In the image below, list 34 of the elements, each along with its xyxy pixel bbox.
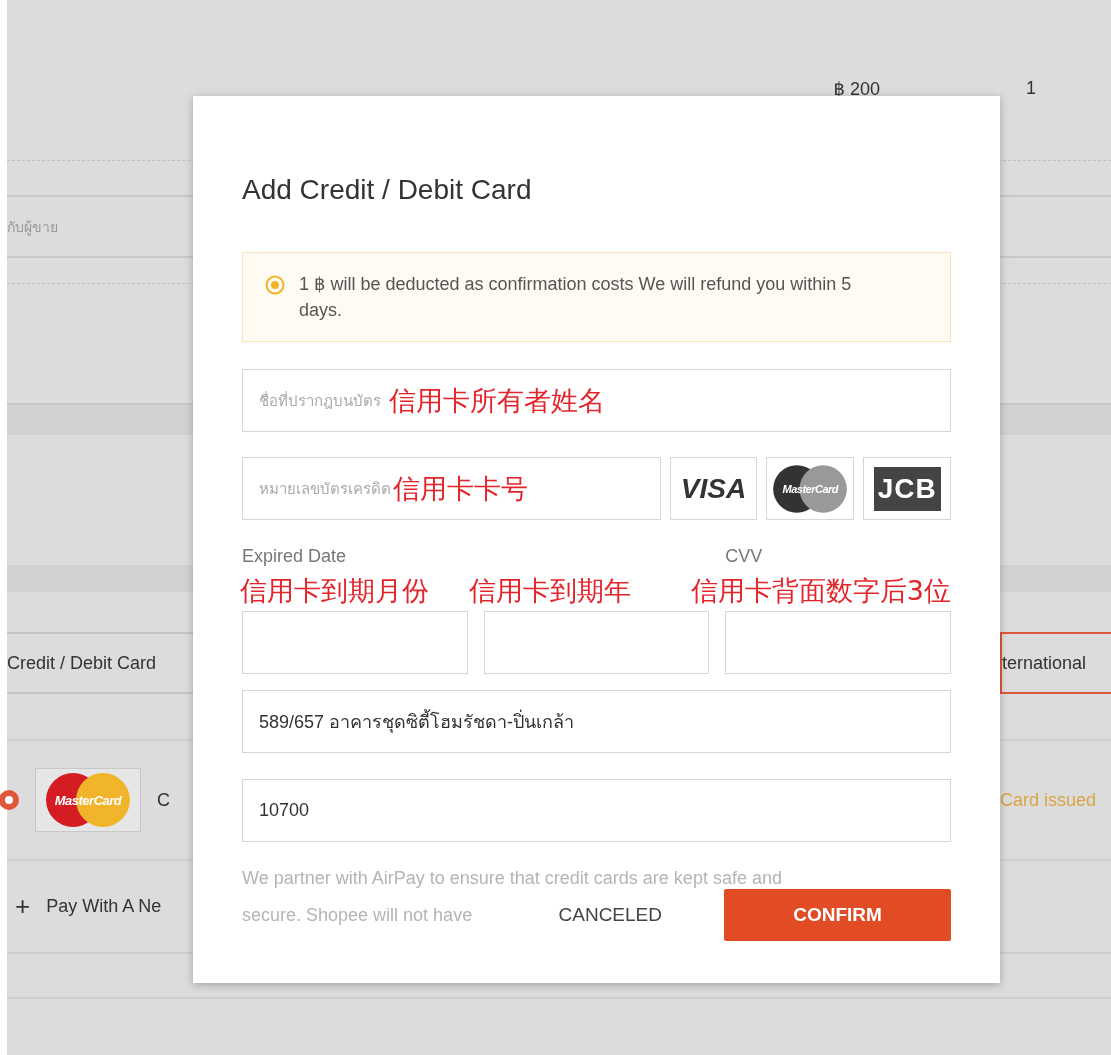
price-text: ฿ 200 xyxy=(833,78,880,100)
name-field[interactable]: ชื่อที่ปรากฎบนบัตร 信用卡所有者姓名 xyxy=(242,369,951,432)
partner-note-text: secure. Shopee will not have xyxy=(242,904,473,926)
quantity-text: 1 xyxy=(1026,78,1037,99)
card-note-text: Card issued xyxy=(1000,789,1098,811)
expiry-label: Expired Date xyxy=(242,546,348,567)
annotation-text: 信用卡到期月份 xyxy=(240,574,429,608)
jcb-logo: JCB xyxy=(873,466,941,511)
cvv-label: CVV xyxy=(725,546,764,567)
annotation-text: 信用卡背面数字后3位 xyxy=(690,574,951,608)
radio-button[interactable] xyxy=(0,790,19,810)
add-card-link[interactable]: Pay With A Ne xyxy=(46,896,162,917)
postal-code-field[interactable]: 10700 xyxy=(242,779,951,842)
confirm-button[interactable]: CONFIRM xyxy=(724,889,951,941)
dialog-title: Add Credit / Debit Card xyxy=(242,174,533,206)
partner-note-text: We partner with AirPay to ensure that credit cards are kept safe and xyxy=(242,868,783,889)
short-field[interactable] xyxy=(483,611,710,674)
placeholder-text: ชื่อที่ปรากฎบนบัตร xyxy=(259,390,381,411)
short-field[interactable] xyxy=(725,611,951,674)
annotation-text: 信用卡到期年 xyxy=(469,574,632,608)
address-field[interactable]: 589/657 อาคารชุดซิตี้โฮมรัชดา-ปิ่นเกล้า xyxy=(242,690,951,753)
plus-icon[interactable]: + xyxy=(15,891,31,922)
field-value: 589/657 อาคารชุดซิตี้โฮมรัชดา-ปิ่นเกล้า xyxy=(259,707,575,736)
seller-note-text: กับผู้ขาย xyxy=(7,217,59,238)
card-label-text: C xyxy=(157,789,170,811)
short-field[interactable] xyxy=(242,611,468,674)
field-value: 10700 xyxy=(259,800,310,821)
notice-text: 1 ฿ will be deducted as confirmation costs We will refund you within 5 days. xyxy=(299,273,853,322)
visa-logo: VISA xyxy=(680,472,747,505)
placeholder-text: หมายเลขบัตรเครดิต xyxy=(259,478,391,499)
cancel-button[interactable]: CANCELED xyxy=(538,890,682,940)
annotation-text: 信用卡所有者姓名 xyxy=(389,383,605,418)
annotation-text: 信用卡卡号 xyxy=(393,471,528,506)
info-icon xyxy=(265,275,285,295)
